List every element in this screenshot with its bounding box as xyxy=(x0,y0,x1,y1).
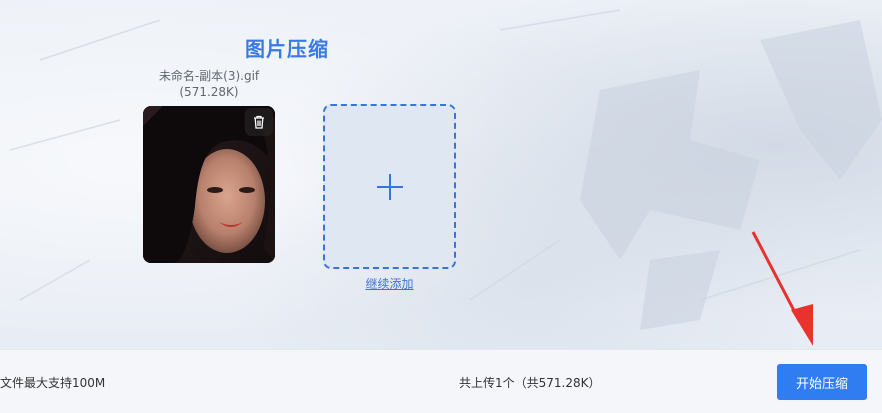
pointer-arrow xyxy=(751,231,813,346)
upload-summary: 共上传1个（共571.28K） xyxy=(459,376,601,390)
delete-button[interactable] xyxy=(245,108,273,136)
continue-add-link[interactable]: 继续添加 xyxy=(323,275,456,292)
trash-icon xyxy=(254,115,264,129)
file-size-limit: 文件最大支持100M xyxy=(0,376,106,390)
page-title: 图片压缩 xyxy=(245,39,329,61)
file-size: (571.28K) xyxy=(179,85,239,99)
image-thumbnail xyxy=(143,106,275,263)
footer-bar: 文件最大支持100M 共上传1个（共571.28K） 开始压缩 xyxy=(0,349,882,413)
plus-icon xyxy=(376,173,403,200)
file-info: 未命名-副本(3).gif (571.28K) xyxy=(143,68,275,100)
start-compress-button[interactable]: 开始压缩 xyxy=(777,364,867,400)
file-name: 未命名-副本(3).gif xyxy=(158,69,260,83)
add-image-button[interactable] xyxy=(323,104,456,269)
